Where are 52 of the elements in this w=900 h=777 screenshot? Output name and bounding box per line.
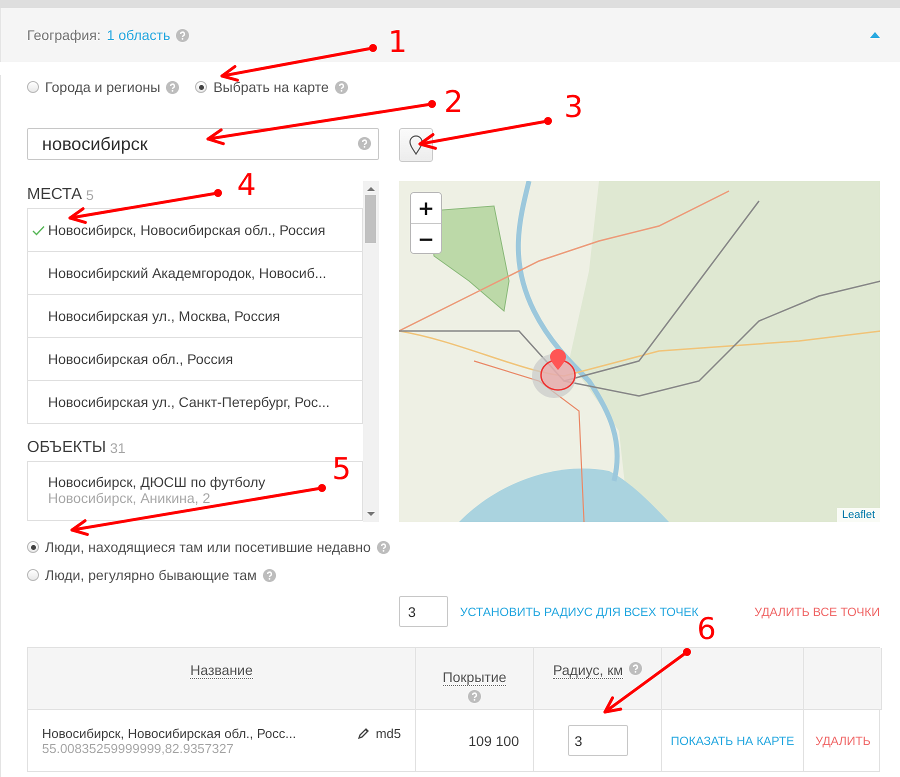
help-icon[interactable] bbox=[629, 662, 642, 675]
section-label: География: bbox=[27, 27, 101, 43]
pencil-icon[interactable] bbox=[358, 727, 370, 739]
count-label: 5 bbox=[86, 186, 94, 202]
map-pin-icon bbox=[409, 135, 423, 155]
collapse-caret-icon[interactable] bbox=[870, 32, 880, 38]
column-title[interactable]: Название bbox=[190, 662, 253, 679]
help-icon[interactable] bbox=[468, 690, 481, 702]
map-marker-icon[interactable] bbox=[539, 348, 577, 392]
coverage-value: 109 100 bbox=[468, 732, 519, 748]
radius-input[interactable]: 3 bbox=[568, 725, 628, 756]
zoom-out-button[interactable]: − bbox=[411, 223, 441, 253]
section-heading: ОБЪЕКТЫ bbox=[27, 438, 106, 456]
column-title[interactable]: Покрытие bbox=[442, 668, 506, 686]
place-item[interactable]: Новосибирск, Новосибирская обл., Россия bbox=[28, 209, 362, 251]
help-icon[interactable] bbox=[376, 540, 390, 554]
radio-button[interactable] bbox=[195, 81, 208, 93]
place-item[interactable]: Новосибирский Академгородок, Новосиб... bbox=[28, 251, 362, 294]
attribution-link[interactable]: Leaflet bbox=[836, 508, 880, 522]
radio-button[interactable] bbox=[27, 541, 39, 553]
help-icon[interactable] bbox=[166, 80, 180, 94]
help-icon[interactable] bbox=[358, 137, 371, 150]
place-name: Новосибирск, Новосибирская обл., Росс... bbox=[42, 726, 298, 740]
annotation-number: 6 bbox=[697, 615, 716, 645]
map-drawing[interactable] bbox=[399, 181, 880, 522]
place-item[interactable]: Новосибирская ул., Санкт-Петербург, Рос... bbox=[28, 380, 362, 423]
radio-label[interactable]: Люди, находящиеся там или посетившие недавно bbox=[45, 539, 371, 555]
search-field[interactable]: новосибирск bbox=[27, 128, 379, 160]
annotation-number: 2 bbox=[444, 88, 464, 118]
radio-button[interactable] bbox=[27, 81, 39, 93]
coordinates-text: 55.00835259999999,82.9357327 bbox=[42, 740, 235, 756]
scrollbar[interactable] bbox=[363, 181, 379, 522]
place-item[interactable]: Новосибирская обл., Россия bbox=[28, 337, 362, 380]
map-pin-button[interactable] bbox=[399, 128, 433, 162]
annotation-number: 4 bbox=[237, 171, 256, 201]
radio-label[interactable]: Люди, регулярно бывающие там bbox=[45, 567, 257, 583]
radio-label[interactable]: Города и регионы bbox=[45, 79, 160, 95]
place-item[interactable]: Новосибирская ул., Москва, Россия bbox=[28, 294, 362, 337]
section-heading: МЕСТА bbox=[27, 186, 82, 204]
column-title[interactable]: Радиус, км bbox=[552, 662, 624, 679]
object-address: Новосибирск, Аникина, 2 bbox=[48, 490, 212, 506]
annotation-number: 3 bbox=[564, 93, 584, 123]
tag-label: md5 bbox=[376, 726, 401, 740]
annotation-number: 1 bbox=[388, 28, 408, 58]
help-icon[interactable] bbox=[176, 28, 190, 42]
count-label: 31 bbox=[110, 440, 126, 456]
help-icon[interactable] bbox=[334, 80, 348, 94]
radius-input[interactable]: 3 bbox=[399, 596, 448, 627]
radio-button[interactable] bbox=[27, 569, 39, 581]
help-icon[interactable] bbox=[262, 568, 276, 582]
annotation-number: 5 bbox=[332, 455, 352, 485]
radio-label[interactable]: Выбрать на карте bbox=[213, 79, 329, 95]
